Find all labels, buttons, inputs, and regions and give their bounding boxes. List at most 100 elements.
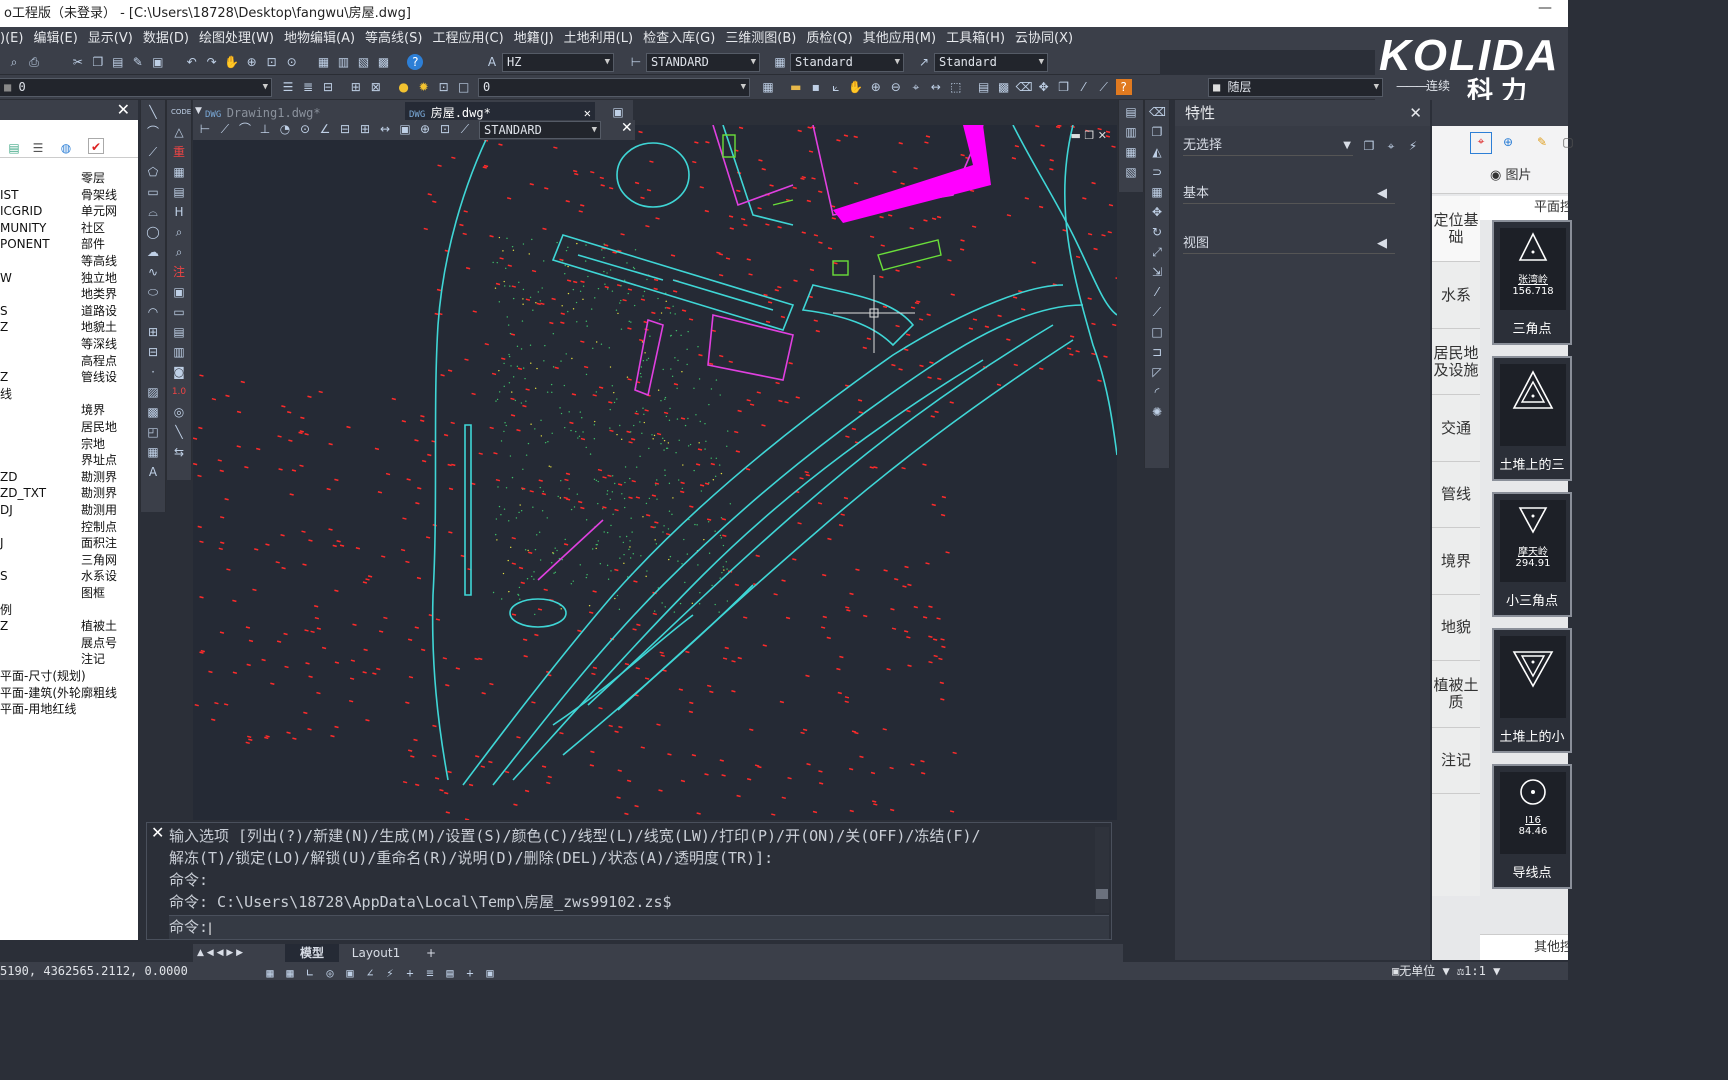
osnap-toggle-icon[interactable]: ▣ [342,965,358,981]
toggle-pickadd-icon[interactable]: ❐ [1361,138,1377,154]
tpy-toggle-icon[interactable]: ▤ [442,965,458,981]
code-box-icon[interactable]: ⇆ [171,444,187,460]
layer-row[interactable]: Z 管线设 [0,369,138,385]
menu-item-15[interactable]: 云协同(X) [1015,31,1073,46]
pan-hand-icon[interactable]: ✋ [848,79,864,95]
locate-icon[interactable]: ⌖ [1470,132,1492,154]
table-icon[interactable]: ▤ [976,79,992,95]
layout-nav-icons[interactable]: ▲ ◀ ◀ ▶ ▶ [197,944,243,962]
lineweight-label[interactable]: ———连续 [1396,77,1450,94]
layer-row[interactable]: 图框 [0,585,138,601]
menu-item-12[interactable]: 质检(Q) [806,31,852,46]
dim-continue-icon[interactable]: ⊞ [357,121,373,137]
h-icon[interactable]: H [171,204,187,220]
layer-row[interactable]: 例 [0,602,138,618]
sc-toggle-icon[interactable]: ▣ [482,965,498,981]
layer-row[interactable]: 地类界 [0,286,138,302]
menu-item-11[interactable]: 三维测图(B) [725,31,796,46]
selection-select[interactable]: 无选择 ▼ [1183,136,1353,156]
list-box-icon[interactable]: ▥ [171,344,187,360]
chamfer-tool-icon[interactable]: ◸ [1149,364,1165,380]
fillet-tool-icon[interactable]: ◜ [1149,384,1165,400]
trim-icon[interactable]: ⁄ [1076,79,1092,95]
revcloud-tool-icon[interactable]: ☁ [145,244,161,260]
block-icon[interactable]: ▣ [150,54,166,70]
select-objects-icon[interactable]: ⌖ [1383,138,1399,154]
drawing-svg[interactable] [193,125,1117,820]
section-basic[interactable]: 基本 ◀ [1183,184,1395,204]
cut-icon[interactable]: ✂ [70,54,86,70]
layer-row[interactable]: 展点号 [0,635,138,651]
scale-label[interactable]: 1:1 [1464,964,1486,978]
menu-item-3[interactable]: 数据(D) [143,31,189,46]
properties-close-icon[interactable]: ✕ [1409,100,1422,126]
layer-row[interactable]: 界址点 [0,452,138,468]
qp-toggle-icon[interactable]: + [462,965,478,981]
lock-icon[interactable]: ⊡ [436,79,452,95]
distance-icon[interactable]: ↔ [928,79,944,95]
measure-icon[interactable]: ⌖ [908,79,924,95]
layer-row-long[interactable]: 平面-建筑(外轮廓粗线 [0,685,117,701]
print-icon[interactable]: ⎙ [26,54,42,70]
attribute-icon[interactable]: 重 [171,144,187,160]
make-current-icon[interactable]: ⊞ [348,79,364,95]
stretch-tool-icon[interactable]: ⇲ [1149,264,1165,280]
open-folder-icon[interactable]: ▬ [788,79,804,95]
layer-row[interactable]: Z 地貌土 [0,319,138,335]
circle-tool-icon[interactable]: ◯ [145,224,161,240]
menu-item-7[interactable]: 工程应用(C) [432,31,503,46]
insert-block-icon[interactable]: ⊞ [145,324,161,340]
copy-tool-icon[interactable]: ❐ [1149,124,1165,140]
dim-ordinate-icon[interactable]: ⊥ [257,121,273,137]
number-icon[interactable]: 1.0 [171,384,187,400]
layer-icon[interactable]: ▤ [6,140,22,156]
layer-previous-icon[interactable]: ⊟ [320,79,336,95]
menu-item-5[interactable]: 地物编辑(A) [284,31,355,46]
join-tool-icon[interactable]: ⊐ [1149,344,1165,360]
ellipse-tool-icon[interactable]: ⬭ [145,284,161,300]
arc-tool-icon[interactable]: ⌒ [145,124,161,140]
redo-icon[interactable]: ↷ [204,54,220,70]
layer-row[interactable]: IST 骨架线 [0,187,138,203]
array-tool-icon[interactable]: ▦ [1149,184,1165,200]
dyn-toggle-icon[interactable]: + [402,965,418,981]
legend-symbol[interactable]: 张湾岭 156.718 三角点 [1492,220,1572,345]
zoom-previous-icon[interactable]: ⊙ [284,54,300,70]
move-icon[interactable]: ✥ [1036,79,1052,95]
rotate-tool-icon[interactable]: ↻ [1149,224,1165,240]
list-icon[interactable]: ☰ [30,140,46,156]
undo-icon[interactable]: ↶ [184,54,200,70]
layer-row[interactable]: ZD 勘测界 [0,469,138,485]
target-icon[interactable]: ⊕ [1500,134,1516,150]
new-tab-icon[interactable]: ▣ [610,104,626,120]
mtext-tool-icon[interactable]: A [145,464,161,480]
arc2-tool-icon[interactable]: ⌓ [145,204,161,220]
hatch-tool-icon[interactable]: ▨ [145,384,161,400]
zoom-icon[interactable]: ⌕ [6,54,22,70]
grid-toggle-icon[interactable]: ▦ [262,965,278,981]
code-icon[interactable]: CODE [171,104,191,120]
polyline-tool-icon[interactable]: ⟋ [145,144,161,160]
menu-item-13[interactable]: 其他应用(M) [863,31,936,46]
legend-symbol[interactable]: 土堆上的小 [1492,628,1572,753]
polygon-tool-icon[interactable]: ⬠ [145,164,161,180]
help-icon[interactable]: ? [407,54,424,70]
region-tool-icon[interactable]: ◰ [145,424,161,440]
break-tool-icon[interactable]: □ [1149,324,1165,340]
paste-icon[interactable]: ▤ [110,54,126,70]
viewport-minimize-icon[interactable]: ▬ [1071,129,1081,142]
edit-icon[interactable]: ▤ [171,184,187,200]
dim-angle-icon[interactable]: ∠ [317,121,333,137]
tool-palette-icon[interactable]: ▧ [355,54,371,70]
zoom-search-icon[interactable]: ⌕ [171,224,187,240]
layer-row-long[interactable]: 平面-用地红线 [0,701,76,717]
tolerance-icon[interactable]: ▣ [397,121,413,137]
layer-tool-c-icon[interactable]: ▦ [1123,144,1139,160]
calc-icon[interactable]: ▩ [996,79,1012,95]
layer-tool-d-icon[interactable]: ▧ [1123,164,1139,180]
center-mark-icon[interactable]: ⊕ [417,121,433,137]
offset-tool-icon[interactable]: ⊃ [1149,164,1165,180]
layer-row[interactable]: Z 植被土 [0,618,138,634]
layer-row[interactable]: 三角网 [0,552,138,568]
layer-select[interactable]: ■ 0 ▼ [0,78,272,97]
